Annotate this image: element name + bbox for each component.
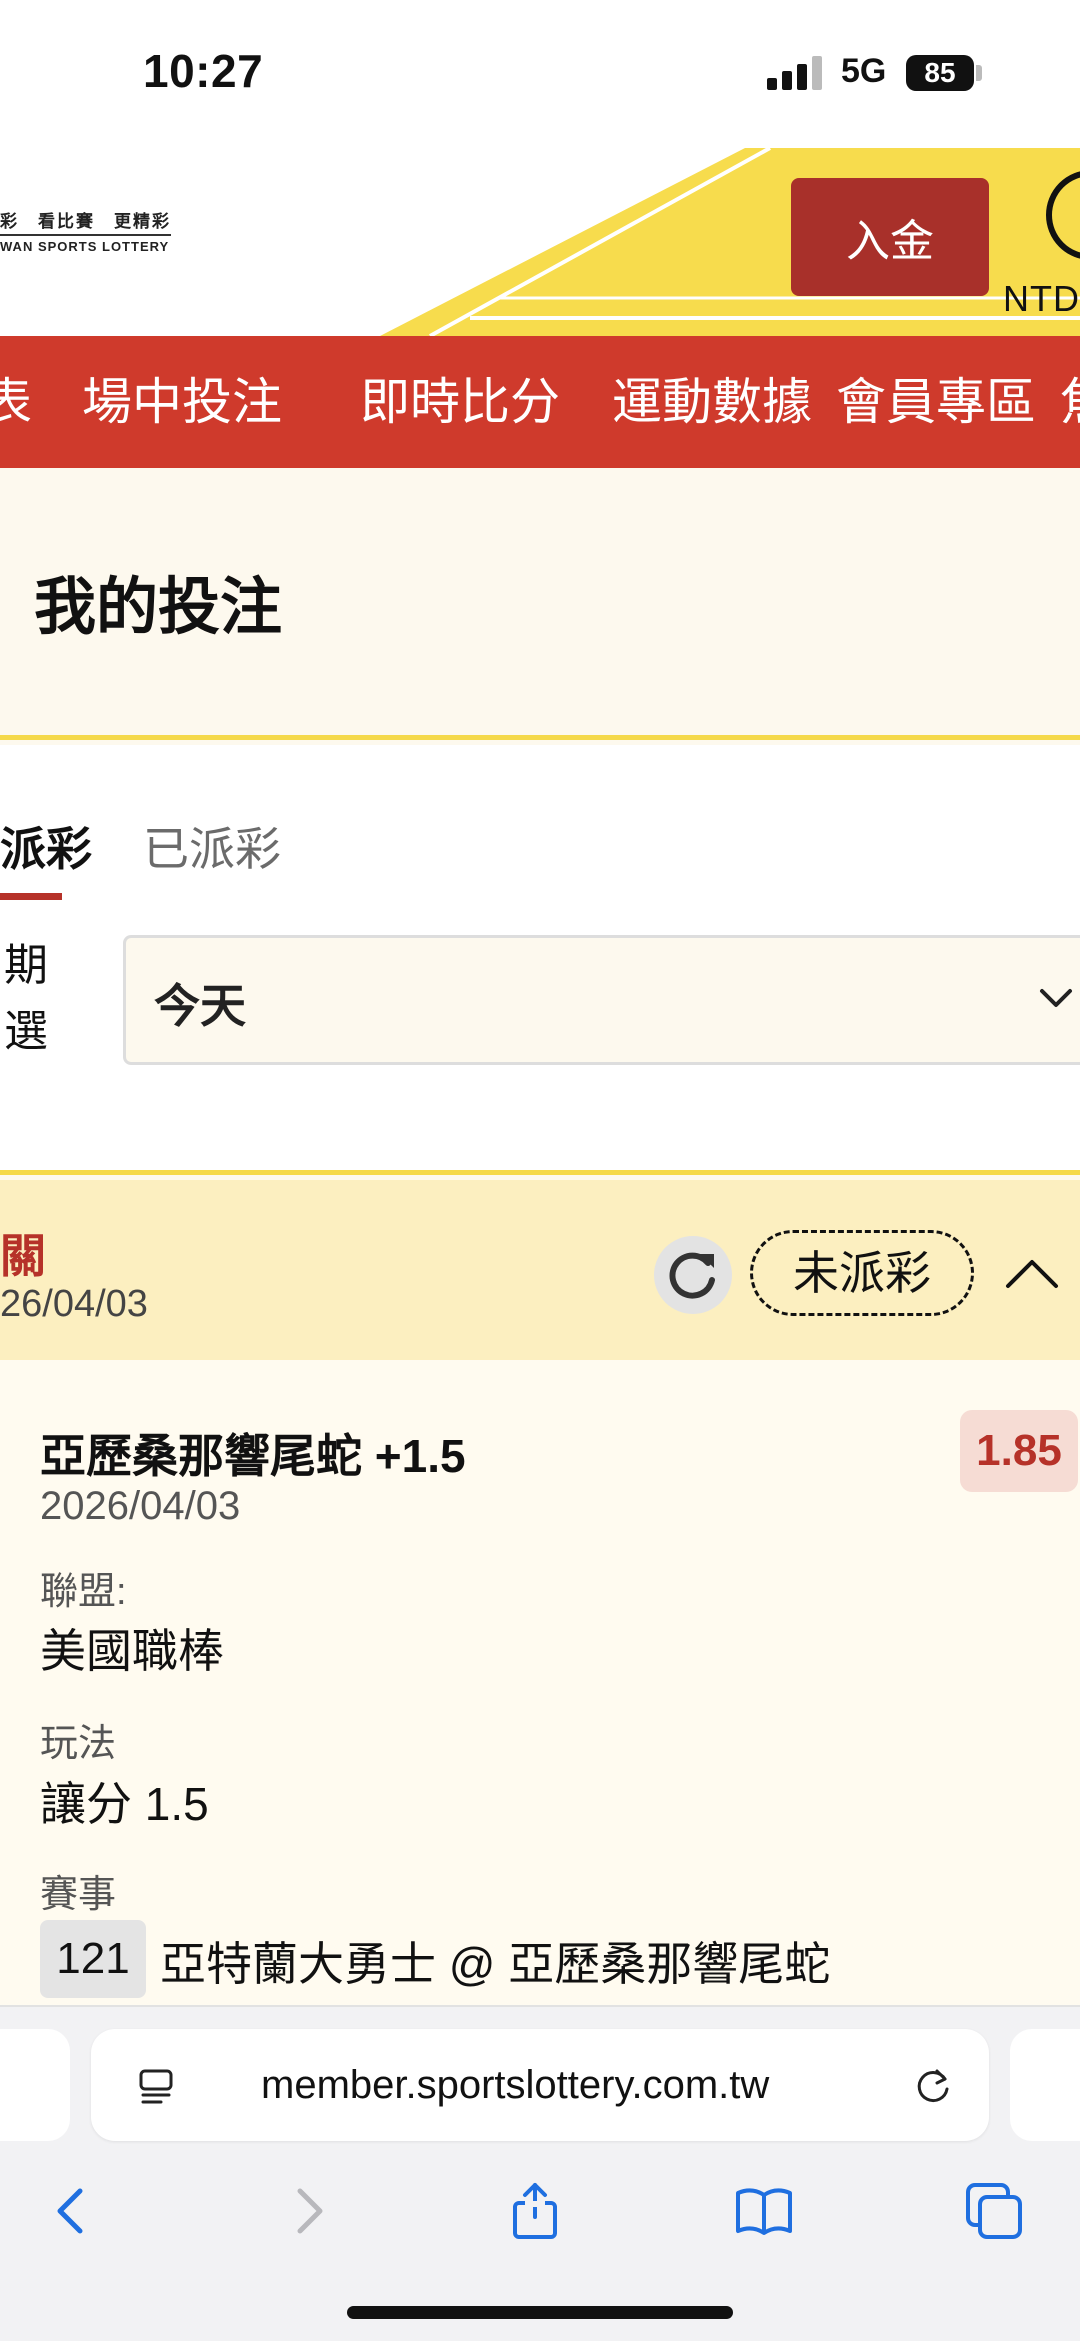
title-area: 我的投注: [0, 468, 1080, 740]
tabs-icon[interactable]: [962, 2179, 1026, 2243]
previous-tab-preview[interactable]: [0, 2029, 70, 2141]
bet-leg-icon: [0, 1422, 14, 1472]
market-value: 讓分 1.5: [40, 1778, 209, 1830]
status-badge: 未派彩: [750, 1230, 974, 1316]
date-select-value: 今天: [154, 980, 246, 1032]
currency-label: NTD: [1003, 278, 1080, 319]
chevron-down-icon: [1040, 989, 1072, 1007]
tab-settled[interactable]: 已派彩: [143, 813, 281, 879]
date-filter-label-line1: 期: [4, 941, 48, 990]
browser-toolbar: member.sportslottery.com.tw: [0, 2005, 1080, 2341]
back-icon[interactable]: [40, 2179, 104, 2243]
event-name: 亞特蘭大勇士 @ 亞歷桑那響尾蛇: [160, 1938, 831, 1990]
event-number-badge: 121: [40, 1920, 146, 1998]
battery-icon: 85: [906, 55, 974, 91]
nav-item-sports-data[interactable]: 運動數據: [612, 336, 812, 468]
nav-item-member-area[interactable]: 會員專區: [836, 336, 1036, 468]
date-select[interactable]: 今天: [123, 935, 1080, 1065]
logo-slogan: 彩 看比賽 更精彩: [0, 212, 171, 231]
bet-selection: 亞歷桑那響尾蛇 +1.5: [40, 1430, 466, 1482]
site-logo[interactable]: 彩 看比賽 更精彩 WAN SPORTS LOTTERY: [0, 210, 171, 256]
home-indicator[interactable]: [347, 2306, 733, 2319]
battery-tip: [976, 65, 982, 81]
nav-item-partial-left[interactable]: 表: [0, 336, 32, 468]
site-header: 彩 看比賽 更精彩 WAN SPORTS LOTTERY 入金 NTD: [0, 148, 1080, 336]
event-label: 賽事: [40, 1874, 117, 1916]
bookmarks-icon[interactable]: [732, 2179, 796, 2243]
active-tab-indicator: [0, 893, 62, 900]
league-value: 美國職棒: [40, 1625, 224, 1677]
bet-status-tabs: 派彩 已派彩: [0, 745, 1080, 905]
refresh-icon: [669, 1252, 715, 1299]
status-time: 10:27: [143, 45, 264, 97]
market-label: 玩法: [40, 1723, 117, 1765]
league-label: 聯盟:: [40, 1571, 127, 1613]
bet-group-header[interactable]: 關 26/04/03 未派彩: [0, 1180, 1080, 1360]
page-title: 我的投注: [34, 573, 283, 642]
logo-english: WAN SPORTS LOTTERY: [0, 233, 171, 256]
address-bar[interactable]: member.sportslottery.com.tw: [91, 2029, 989, 2141]
date-filter-label: 期 選: [4, 933, 48, 1065]
next-tab-preview[interactable]: [1010, 2029, 1080, 2141]
bet-type: 關: [0, 1230, 46, 1282]
deposit-button[interactable]: 入金: [791, 178, 989, 296]
reload-icon[interactable]: [911, 2063, 955, 2107]
page-menu-icon[interactable]: [135, 2065, 177, 2107]
bet-date: 2026/04/03: [40, 1484, 241, 1528]
bet-group-date: 26/04/03: [0, 1283, 148, 1325]
odds-badge: 1.85: [960, 1410, 1078, 1492]
date-filter: 期 選 今天: [0, 905, 1080, 1175]
url-text: member.sportslottery.com.tw: [261, 2063, 770, 2107]
status-bar: 10:27 5G 85: [0, 0, 1080, 148]
forward-icon[interactable]: [276, 2179, 340, 2243]
cellular-signal-icon: [767, 56, 823, 90]
share-icon[interactable]: [503, 2179, 567, 2243]
chevron-up-icon[interactable]: [1004, 1252, 1060, 1292]
refresh-button[interactable]: [654, 1236, 732, 1314]
main-nav: 表 場中投注 即時比分 運動數據 會員專區 焦: [0, 336, 1080, 468]
nav-item-live-betting[interactable]: 場中投注: [82, 336, 282, 468]
nav-item-partial-right[interactable]: 焦: [1060, 336, 1080, 468]
bet-detail-card: 亞歷桑那響尾蛇 +1.5 1.85 2026/04/03 聯盟: 美國職棒 玩法…: [0, 1360, 1080, 2005]
network-type: 5G: [841, 52, 887, 90]
tab-unsettled[interactable]: 派彩: [0, 813, 92, 879]
date-filter-label-line2: 選: [4, 1007, 48, 1056]
nav-item-live-scores[interactable]: 即時比分: [360, 336, 560, 468]
